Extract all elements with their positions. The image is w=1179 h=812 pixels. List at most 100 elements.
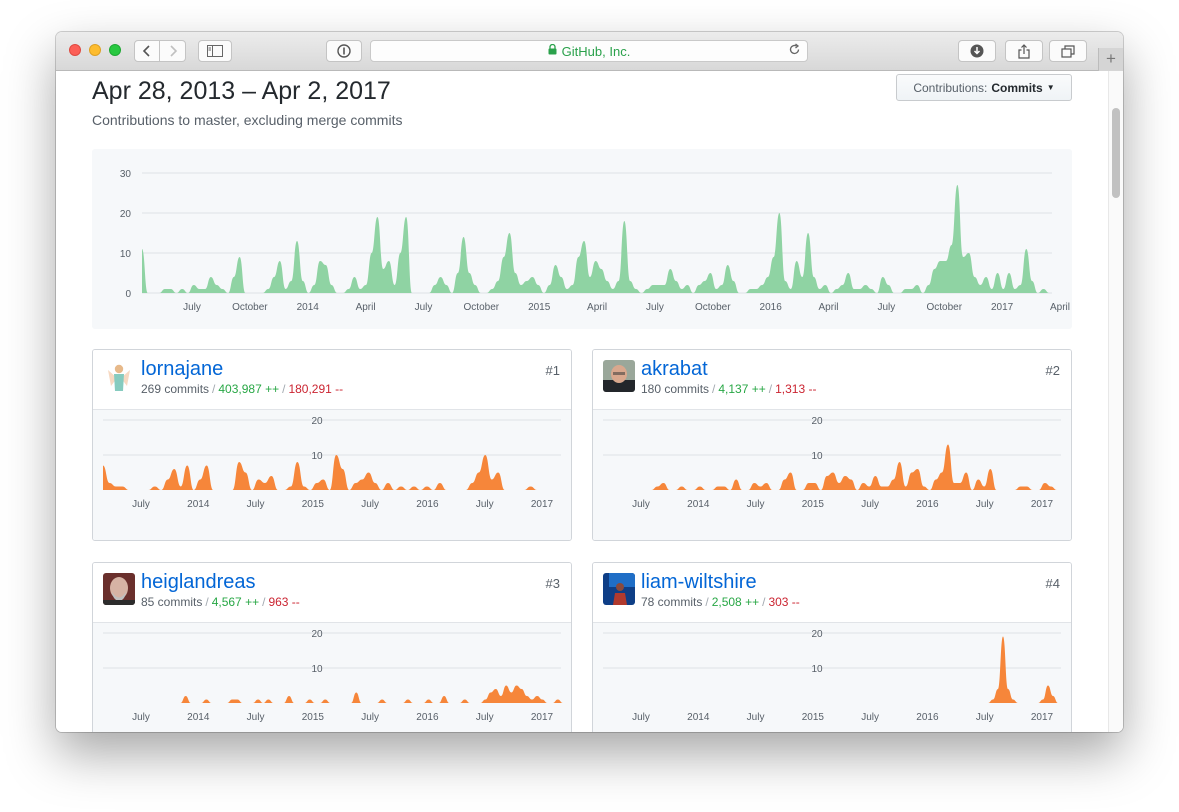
x-tick-label: 2017 [1031, 712, 1054, 723]
vertical-scrollbar[interactable] [1108, 71, 1123, 732]
y-tick-label: 10 [811, 664, 823, 675]
downloads-button[interactable] [958, 40, 996, 62]
deletions-count: 303 -- [768, 595, 800, 609]
x-tick-label: 2014 [687, 712, 710, 723]
site-info-button[interactable] [326, 40, 362, 62]
page-subtitle: Contributions to master, excluding merge… [92, 112, 403, 128]
contributor-stats: 269 commits/403,987 ++/180,291 -- [141, 382, 343, 396]
avatar[interactable] [103, 573, 135, 605]
share-icon [1018, 43, 1030, 59]
y-tick-label: 20 [811, 416, 823, 427]
contributor-header: liam-wiltshire 78 commits/2,508 ++/303 -… [593, 563, 1071, 623]
x-tick-label: July [632, 499, 650, 510]
contributor-card: akrabat 180 commits/4,137 ++/1,313 -- #2… [592, 349, 1072, 541]
contributor-header: lornajane 269 commits/403,987 ++/180,291… [93, 350, 571, 410]
share-button[interactable] [1005, 40, 1043, 62]
x-tick-label: July [476, 499, 494, 510]
contributor-header: akrabat 180 commits/4,137 ++/1,313 -- #2 [593, 350, 1071, 410]
x-tick-label: October [926, 302, 962, 313]
x-tick-label: 2014 [187, 499, 210, 510]
zoom-window-button[interactable] [109, 44, 121, 56]
contributor-login[interactable]: liam-wiltshire [641, 571, 757, 594]
select-value: Commits [991, 80, 1043, 95]
x-tick-label: July [878, 302, 896, 313]
sidebar-toggle-button[interactable] [198, 40, 232, 62]
x-tick-label: 2016 [916, 499, 939, 510]
deletions-count: 963 -- [268, 595, 300, 609]
address-bar[interactable]: GitHub, Inc. [370, 40, 808, 62]
forward-button[interactable] [160, 40, 186, 62]
info-icon [337, 44, 351, 58]
back-button[interactable] [134, 40, 160, 62]
x-tick-label: 2016 [416, 712, 439, 723]
contributor-header: heiglandreas 85 commits/4,567 ++/963 -- … [93, 563, 571, 623]
x-tick-label: 2015 [528, 302, 551, 313]
close-window-button[interactable] [69, 44, 81, 56]
deletions-count: 1,313 -- [775, 382, 817, 396]
additions-count: 4,567 ++ [211, 595, 260, 609]
area-series [103, 455, 563, 490]
browser-window: GitHub, Inc. + Apr 28, 2013 – Apr 2, 201… [56, 32, 1123, 732]
contributor-rank: #4 [1045, 576, 1060, 591]
stats-separator: / [712, 382, 716, 396]
x-tick-label: 2015 [802, 712, 825, 723]
contributor-stats: 85 commits/4,567 ++/963 -- [141, 595, 300, 609]
minimize-window-button[interactable] [89, 44, 101, 56]
page-content: Apr 28, 2013 – Apr 2, 2017 Contributions… [56, 71, 1123, 732]
x-tick-label: July [132, 499, 150, 510]
contributor-login[interactable]: akrabat [641, 358, 708, 381]
contributor-login[interactable]: heiglandreas [141, 571, 256, 594]
main-contributions-graph: 0 10 20 30 July October 2014 April July October 20… [92, 149, 1072, 329]
scrollbar-thumb[interactable] [1112, 108, 1120, 198]
x-tick-label: July [361, 499, 379, 510]
x-tick-label: October [232, 302, 268, 313]
x-tick-label: April [587, 302, 607, 313]
tabs-icon [1061, 44, 1075, 58]
area-series [603, 636, 1063, 703]
x-tick-label: 2015 [302, 499, 325, 510]
contributor-card: lornajane 269 commits/403,987 ++/180,291… [92, 349, 572, 541]
avatar[interactable] [103, 360, 135, 392]
avatar[interactable] [603, 360, 635, 392]
contributor-login[interactable]: lornajane [141, 358, 223, 381]
plus-icon: + [1106, 49, 1116, 68]
area-series [603, 444, 1063, 490]
x-tick-label: October [695, 302, 731, 313]
contributor-graph-svg: 10 20 July 2014 July 2015 July 2016 July 2017 [603, 629, 1063, 723]
stats-separator: / [282, 382, 286, 396]
contributor-card: liam-wiltshire 78 commits/2,508 ++/303 -… [592, 562, 1072, 732]
y-tick-label: 10 [311, 451, 323, 462]
x-tick-label: 2014 [297, 302, 320, 313]
avatar[interactable] [603, 573, 635, 605]
reload-icon[interactable] [788, 43, 801, 59]
y-tick-label: 10 [811, 451, 823, 462]
x-tick-label: July [646, 302, 664, 313]
x-tick-label: April [356, 302, 376, 313]
x-tick-label: April [1050, 302, 1070, 313]
area-series [142, 185, 1055, 293]
chevron-left-icon [142, 45, 150, 57]
download-icon [970, 44, 984, 58]
x-tick-label: 2016 [416, 499, 439, 510]
y-tick-label: 0 [125, 289, 131, 300]
stats-separator: / [262, 595, 266, 609]
stats-separator: / [212, 382, 216, 396]
contributor-graph: 10 20 July 2014 July 2015 July 2016 July 2017 [593, 410, 1071, 540]
x-tick-label: 2016 [760, 302, 783, 313]
x-tick-label: July [976, 499, 994, 510]
contributor-rank: #3 [545, 576, 560, 591]
new-tab-button[interactable]: + [1098, 48, 1123, 72]
additions-count: 2,508 ++ [711, 595, 760, 609]
contributor-graph: 10 20 July 2014 July 2015 July 2016 July 2017 [93, 410, 571, 540]
x-tick-label: July [861, 499, 879, 510]
caret-down-icon: ▼ [1046, 83, 1055, 92]
chevron-right-icon [169, 45, 177, 57]
x-tick-label: July [861, 712, 879, 723]
contributions-type-select[interactable]: Contributions: Commits ▼ [896, 74, 1072, 101]
x-tick-label: 2017 [531, 712, 554, 723]
x-tick-label: July [632, 712, 650, 723]
x-tick-label: July [132, 712, 150, 723]
commit-count: 78 commits [641, 595, 703, 609]
show-tabs-button[interactable] [1049, 40, 1087, 62]
x-tick-label: October [464, 302, 500, 313]
